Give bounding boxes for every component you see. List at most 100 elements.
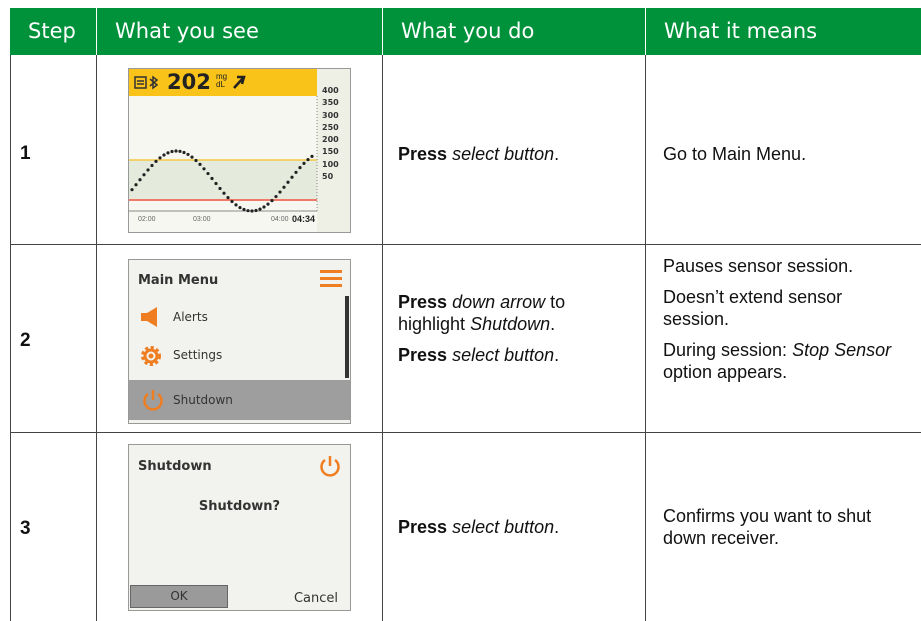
menu-item-settings[interactable]: Settings [129, 338, 342, 374]
menu-title: Main Menu [138, 273, 219, 288]
trend-point [286, 180, 290, 184]
dialog-title: Shutdown [138, 459, 212, 474]
trend-point [298, 166, 302, 170]
trend-point [142, 173, 146, 177]
grid-vline-2 [96, 55, 97, 621]
header-what-it-means: What it means [646, 8, 921, 55]
trend-point [294, 170, 298, 174]
meaning-paragraph: Doesn’t extend sensor session. [663, 287, 843, 329]
main-menu-screen: Main Menu Alerts Settings Shutdown [128, 259, 351, 424]
power-icon [320, 456, 340, 477]
y-tick: 200 [322, 135, 339, 145]
trend-screen: 202 mg dL 400 350 300 250 200 150 100 50… [128, 68, 351, 233]
trend-point [234, 203, 238, 207]
action-text: Press select button. [398, 143, 638, 165]
trend-point [134, 183, 138, 187]
trend-point [138, 178, 142, 182]
action-target: Shutdown [470, 314, 551, 334]
trend-point [246, 209, 250, 213]
power-icon [143, 390, 163, 411]
y-tick: 150 [322, 147, 339, 157]
trend-point [266, 202, 270, 206]
action-tail: . [554, 144, 560, 164]
y-tick: 50 [322, 172, 334, 182]
trend-point [306, 157, 310, 162]
trend-point [162, 153, 166, 157]
gear-icon [141, 346, 161, 366]
trend-point [186, 152, 190, 157]
dialog-question: Shutdown? [198, 499, 281, 514]
trend-point [274, 194, 278, 199]
ok-button[interactable]: OK [130, 585, 228, 608]
current-time: 04:34 [292, 214, 316, 224]
trend-graph [129, 96, 318, 232]
trend-point [282, 185, 286, 189]
grid-vline-3 [382, 55, 383, 621]
y-tick: 100 [322, 159, 339, 169]
y-tick: 300 [322, 110, 339, 120]
trend-point [250, 209, 254, 213]
trend-point [226, 196, 230, 200]
x-tick: 04:00 [271, 216, 289, 223]
step-number: 3 [20, 518, 31, 539]
menu-item-shutdown[interactable]: Shutdown [129, 380, 350, 420]
trend-point [302, 161, 306, 165]
trend-point [230, 199, 234, 204]
action-tail: to [545, 292, 566, 312]
trend-point [158, 156, 162, 160]
menu-item-label: Shutdown [173, 393, 233, 407]
action-tail: . [550, 314, 556, 334]
grid-hline-1 [10, 244, 921, 245]
trend-point [218, 186, 222, 191]
header-step: Step [10, 8, 96, 55]
meaning-pre: During session: [663, 340, 793, 360]
meaning-text: Pauses sensor session. Doesn’t extend se… [663, 255, 911, 392]
trend-point [242, 207, 246, 212]
y-tick-labels: 400 350 300 250 200 150 100 50 [322, 85, 350, 183]
action-verb: Press [398, 292, 448, 312]
y-tick: 350 [322, 98, 339, 108]
action-verb: Press [398, 144, 448, 164]
action-tail: . [554, 517, 560, 537]
trend-point [254, 208, 258, 213]
trend-point [222, 191, 226, 195]
menu-item-alerts[interactable]: Alerts [129, 300, 342, 336]
action-verb: Press [398, 345, 448, 365]
meaning-text: Confirms you want to shut down receiver. [663, 506, 872, 548]
meaning-paragraph: Pauses sensor session. [663, 256, 854, 276]
action-target: select button [452, 517, 555, 537]
trend-point [270, 199, 274, 203]
header-what-you-see: What you see [97, 8, 382, 55]
shutdown-screen: Shutdown Shutdown? OK Cancel [128, 444, 351, 611]
trend-point [206, 171, 210, 176]
action-target: down arrow [452, 292, 546, 312]
trend-point [178, 149, 182, 153]
trend-point [238, 205, 242, 210]
trend-point [210, 176, 214, 181]
y-tick: 250 [322, 122, 339, 132]
action-tail: . [554, 345, 560, 365]
trend-point [278, 190, 282, 194]
trend-point [258, 207, 262, 211]
trend-point [262, 205, 266, 209]
x-tick: 02:00 [138, 216, 156, 223]
cancel-button[interactable]: Cancel [294, 591, 338, 606]
action-text: Press select button. [398, 516, 638, 538]
meaning-text: Go to Main Menu. [663, 144, 807, 164]
trend-point [146, 168, 150, 172]
trend-point [194, 158, 198, 163]
menu-item-label: Settings [173, 348, 223, 362]
trend-point [130, 188, 134, 192]
scrollbar[interactable] [345, 296, 349, 378]
trend-point [214, 181, 218, 186]
meaning-tail: option appears. [663, 362, 788, 382]
trend-point [310, 154, 314, 158]
action-pre: highlight [398, 314, 471, 334]
trend-point [174, 149, 178, 153]
action-text: Press down arrow to highlight Shutdown. … [398, 291, 638, 366]
menu-item-label: Alerts [173, 310, 208, 324]
trend-point [166, 151, 170, 155]
header-what-you-do: What you do [383, 8, 645, 55]
meaning-italic: Stop Sensor [792, 340, 892, 360]
meaning-paragraph: During session: Stop Sensor option appea… [663, 339, 911, 383]
